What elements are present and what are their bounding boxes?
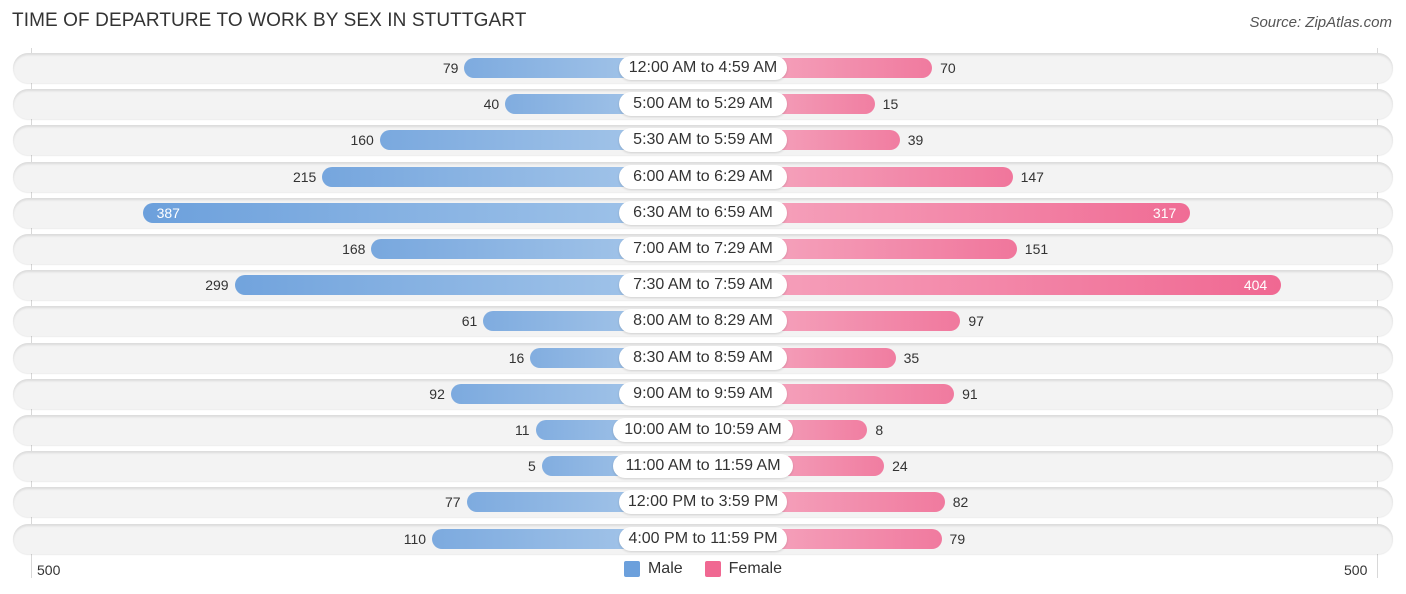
category-label: 12:00 AM to 4:59 AM xyxy=(619,56,787,80)
chart-row: 168 151 7:00 AM to 7:29 AM xyxy=(13,234,1393,264)
female-value-label: 8 xyxy=(875,422,884,438)
male-value-label: 61 xyxy=(461,313,478,330)
category-label: 5:00 AM to 5:29 AM xyxy=(619,92,787,117)
category-label: 8:30 AM to 8:59 AM xyxy=(619,345,787,370)
legend-label-male: Male xyxy=(647,560,683,577)
chart-row: 160 39 5:30 AM to 5:59 AM xyxy=(13,125,1393,156)
category-label: 8:00 AM to 8:29 AM xyxy=(619,309,787,334)
male-value-label: 299 xyxy=(205,277,229,294)
category-label: 9:00 AM to 9:59 AM xyxy=(619,381,787,406)
female-value-label: 147 xyxy=(1020,168,1044,185)
category-label: 7:30 AM to 7:59 AM xyxy=(619,273,787,298)
female-value-label: 15 xyxy=(882,96,899,113)
female-swatch-icon xyxy=(704,561,721,577)
female-value-label: 317 xyxy=(1152,204,1177,221)
male-value-label: 40 xyxy=(483,96,500,113)
chart-row: 79 70 12:00 AM to 4:59 AM xyxy=(13,53,1393,83)
category-label: 6:30 AM to 6:59 AM xyxy=(619,200,787,225)
chart-title: TIME OF DEPARTURE TO WORK BY SEX IN STUT… xyxy=(12,10,527,31)
female-value-label: 79 xyxy=(949,530,966,547)
female-value-label: 151 xyxy=(1024,241,1049,257)
female-value-label: 404 xyxy=(1243,277,1268,294)
legend-item-male[interactable]: Male xyxy=(623,560,683,578)
chart-row: 77 82 12:00 PM to 3:59 PM xyxy=(13,487,1393,518)
category-label: 12:00 PM to 3:59 PM xyxy=(619,490,787,515)
male-value-label: 16 xyxy=(508,349,525,366)
female-bar[interactable] xyxy=(703,275,1282,296)
male-swatch-icon xyxy=(623,561,640,577)
chart-row: 215 147 6:00 AM to 6:29 AM xyxy=(13,161,1393,192)
category-label: 11:00 AM to 11:59 AM xyxy=(613,454,793,479)
category-label: 10:00 AM to 10:59 AM xyxy=(613,418,793,442)
legend-label-female: Female xyxy=(728,560,783,577)
male-value-label: 387 xyxy=(156,204,180,221)
category-label: 7:00 AM to 7:29 AM xyxy=(619,237,787,261)
male-value-label: 92 xyxy=(429,385,445,402)
category-label: 4:00 PM to 11:59 PM xyxy=(619,526,787,551)
chart-row: 387 317 6:30 AM to 6:59 AM xyxy=(13,197,1393,228)
legend-item-female[interactable]: Female xyxy=(704,560,783,578)
male-value-label: 77 xyxy=(444,494,461,511)
category-label: 5:30 AM to 5:59 AM xyxy=(619,128,787,153)
male-value-label: 215 xyxy=(292,168,317,185)
male-value-label: 79 xyxy=(442,60,459,76)
male-value-label: 11 xyxy=(514,422,530,438)
female-value-label: 91 xyxy=(962,385,978,402)
chart-row: 16 35 8:30 AM to 8:59 AM xyxy=(13,342,1393,373)
female-value-label: 97 xyxy=(968,313,984,330)
chart-row: 299 404 7:30 AM to 7:59 AM xyxy=(13,270,1393,301)
legend: Male Female xyxy=(0,560,1406,578)
female-value-label: 24 xyxy=(892,458,908,475)
male-value-label: 160 xyxy=(350,132,374,149)
male-value-label: 5 xyxy=(527,458,536,475)
female-value-label: 35 xyxy=(903,349,920,366)
chart-row: 11 8 10:00 AM to 10:59 AM xyxy=(13,415,1393,445)
female-value-label: 70 xyxy=(940,60,956,76)
male-value-label: 110 xyxy=(403,530,427,547)
chart-row: 40 15 5:00 AM to 5:29 AM xyxy=(13,89,1393,120)
female-value-label: 82 xyxy=(952,494,969,511)
chart-row: 5 24 11:00 AM to 11:59 AM xyxy=(13,451,1393,482)
chart-row: 92 91 9:00 AM to 9:59 AM xyxy=(13,378,1393,409)
chart-row: 110 79 4:00 PM to 11:59 PM xyxy=(13,523,1393,554)
category-label: 6:00 AM to 6:29 AM xyxy=(619,164,787,189)
male-value-label: 168 xyxy=(342,241,366,257)
source-label: Source: ZipAtlas.com xyxy=(1249,14,1392,31)
female-value-label: 39 xyxy=(907,132,924,149)
chart-row: 61 97 8:00 AM to 8:29 AM xyxy=(13,306,1393,337)
